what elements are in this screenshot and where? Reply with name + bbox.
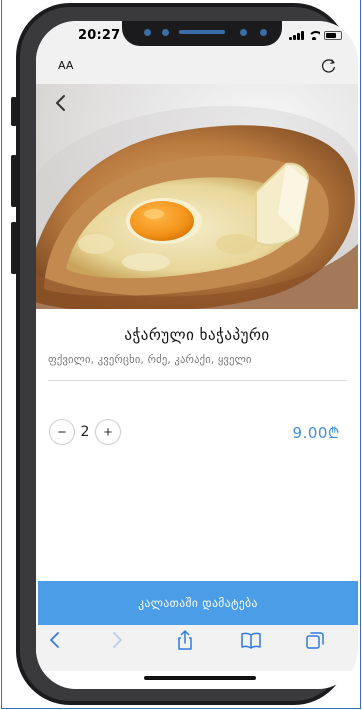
home-indicator xyxy=(144,676,256,680)
wifi-icon xyxy=(308,30,320,40)
increment-button[interactable]: + xyxy=(95,419,121,445)
status-icons xyxy=(289,30,342,40)
browser-address-bar: AA xyxy=(36,49,358,84)
speaker-grille xyxy=(179,30,225,34)
status-time: 20:27 xyxy=(78,28,121,43)
battery-icon xyxy=(324,30,342,40)
notch-sensor-icon xyxy=(260,29,267,36)
status-bar: 20:27 xyxy=(36,21,358,49)
product-ingredients: ფქვილი, კვერცხი, რძე, კარაქი, ყველი xyxy=(48,354,252,366)
share-icon[interactable] xyxy=(174,629,196,651)
divider xyxy=(48,380,347,381)
chevron-left-icon[interactable] xyxy=(44,629,66,651)
khachapuri-photo xyxy=(36,84,358,309)
quantity-value: 2 xyxy=(80,424,90,440)
chevron-right-icon[interactable] xyxy=(106,629,128,651)
back-chevron-icon[interactable] xyxy=(50,92,72,114)
product-price: 9.00₾ xyxy=(292,424,340,442)
book-icon[interactable] xyxy=(240,629,262,651)
phone-screen: 20:27 AA აჭარული ხაჭაპური ფქვილი, კვერცხ… xyxy=(36,21,358,689)
address-field[interactable]: AA xyxy=(36,52,358,80)
notch-sensor-icon xyxy=(162,29,169,36)
browser-toolbar xyxy=(36,625,358,680)
quantity-stepper: − 2 + xyxy=(49,419,121,445)
reload-icon[interactable] xyxy=(319,57,339,75)
decrement-button[interactable]: − xyxy=(49,419,75,445)
text-size-button[interactable]: AA xyxy=(58,59,73,72)
product-image xyxy=(36,84,358,309)
product-title: აჭარული ხაჭაპური xyxy=(124,326,270,344)
notch xyxy=(122,21,282,46)
tabs-icon[interactable] xyxy=(304,629,326,651)
notch-sensor-icon xyxy=(144,29,151,36)
cellular-signal-icon xyxy=(289,30,304,40)
add-to-cart-button[interactable]: კალათაში დამატება xyxy=(38,581,358,625)
front-camera-icon xyxy=(240,29,247,36)
